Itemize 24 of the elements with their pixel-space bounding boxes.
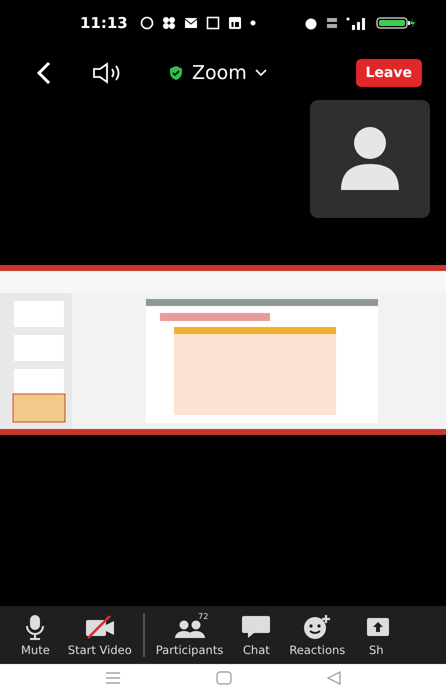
mail-icon [184, 16, 198, 30]
share-button[interactable]: Sh [354, 614, 398, 656]
dot-icon [250, 20, 256, 26]
back-nav-icon[interactable] [327, 670, 341, 684]
chat-button[interactable]: Chat [232, 614, 280, 656]
chevron-down-icon [254, 69, 267, 77]
back-icon[interactable] [36, 61, 52, 85]
reactions-button[interactable]: Reactions [280, 614, 354, 656]
signal-icon [346, 16, 368, 30]
menu-icon[interactable] [105, 672, 121, 684]
leave-button[interactable]: Leave [356, 59, 422, 87]
battery-icon [376, 16, 416, 30]
video-off-button[interactable]: Start Video [58, 614, 141, 656]
smiley-plus-icon [302, 614, 332, 640]
video-off-icon [84, 614, 116, 640]
shield-check-icon [168, 65, 184, 81]
mic-button[interactable]: Mute [12, 614, 59, 656]
avatar-icon [339, 126, 401, 192]
participant-count: 72 [198, 612, 208, 620]
chat-icon [241, 614, 272, 640]
participants-button[interactable]: 72 Participants [146, 614, 232, 656]
home-icon[interactable] [216, 670, 232, 684]
meeting-title[interactable]: Zoom [168, 62, 267, 84]
status-time: 11:13 [80, 14, 128, 32]
